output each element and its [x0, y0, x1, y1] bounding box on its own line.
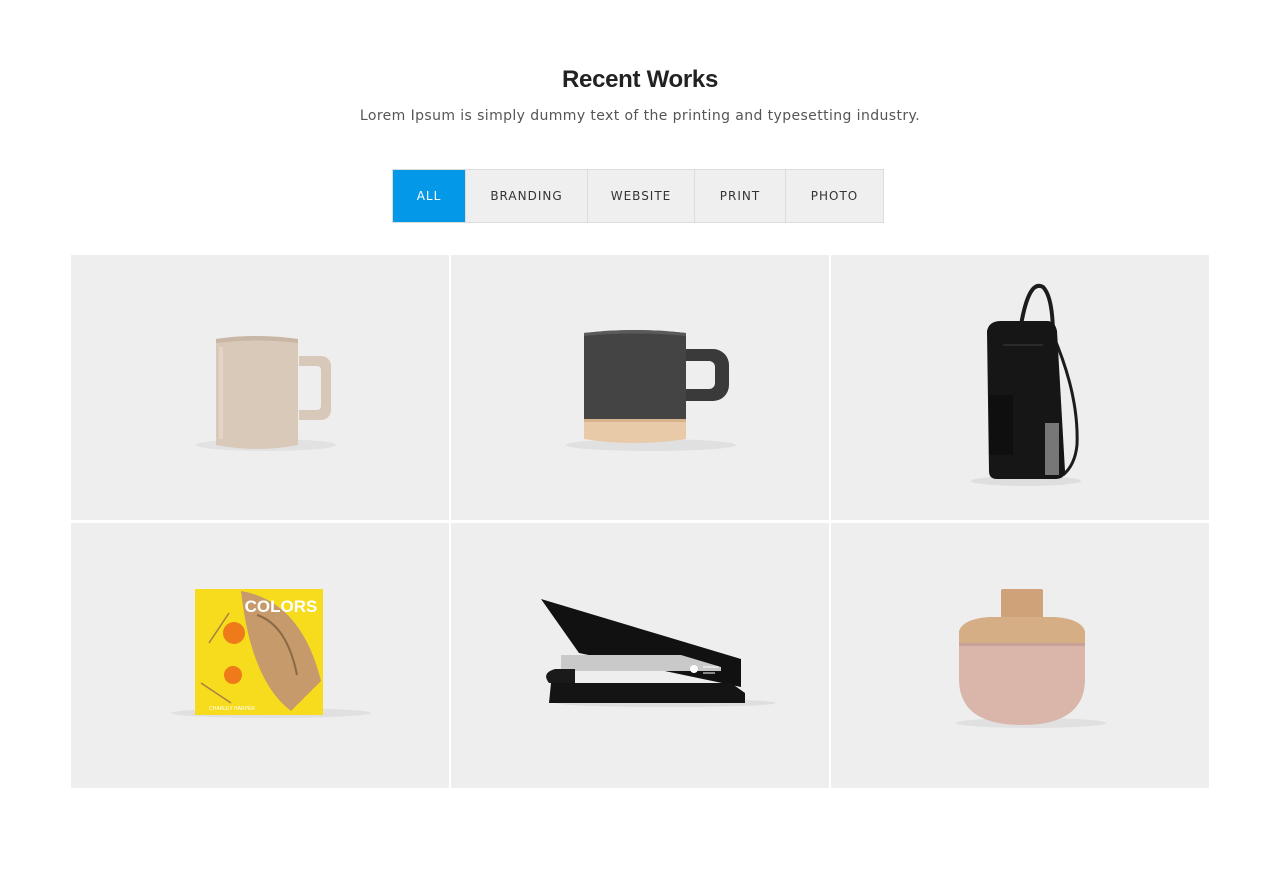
portfolio-grid: COLORS CHARLEY HARPER [71, 255, 1209, 788]
portfolio-item-stapler[interactable] [451, 523, 829, 788]
filter-photo-button[interactable]: PHOTO [786, 170, 883, 222]
filter-branding-button[interactable]: BRANDING [466, 170, 588, 222]
portfolio-item-colors-book[interactable]: COLORS CHARLEY HARPER [71, 523, 449, 788]
filter-all-button[interactable]: ALL [393, 170, 466, 222]
beige-mug-icon [196, 336, 336, 451]
section-subtitle: Lorem Ipsum is simply dummy text of the … [359, 108, 921, 124]
colors-book-icon: COLORS CHARLEY HARPER [171, 589, 371, 718]
portfolio-item-cork-vase[interactable] [831, 523, 1209, 788]
backpack-icon [971, 283, 1081, 486]
filter-print-button[interactable]: PRINT [695, 170, 786, 222]
stapler-icon [541, 599, 776, 707]
portfolio-item-dark-mug[interactable] [451, 255, 829, 520]
book-cover-title: COLORS [245, 597, 318, 616]
cork-vase-icon [956, 589, 1106, 728]
portfolio-filter-bar: ALL BRANDING WEBSITE PRINT PHOTO [392, 169, 884, 223]
filter-website-button[interactable]: WEBSITE [588, 170, 695, 222]
portfolio-item-backpack[interactable] [831, 255, 1209, 520]
section-title: Recent Works [561, 66, 718, 93]
book-cover-author: CHARLEY HARPER [209, 706, 255, 712]
dark-mug-icon [566, 330, 736, 451]
portfolio-item-beige-mug[interactable] [71, 255, 449, 520]
